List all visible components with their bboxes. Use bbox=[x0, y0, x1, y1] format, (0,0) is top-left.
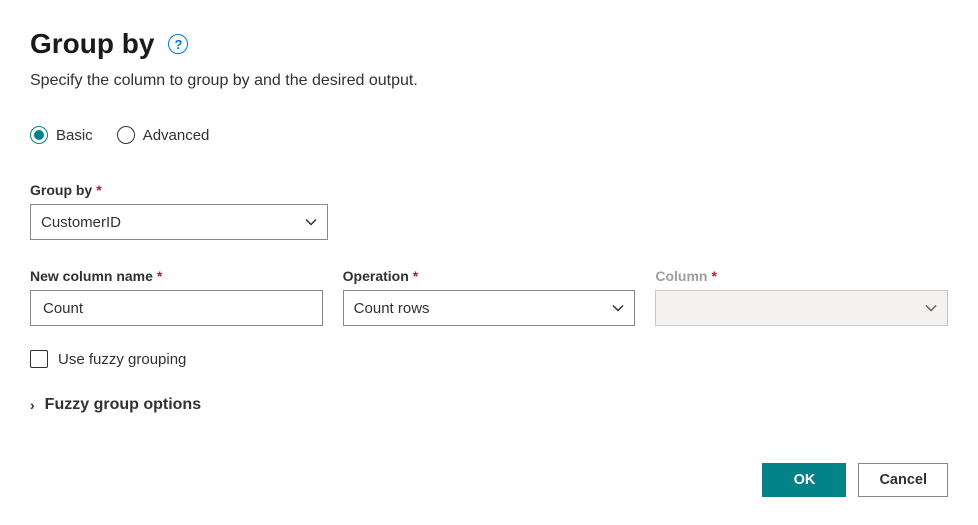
operation-label: Operation* bbox=[343, 268, 636, 284]
dialog-subtitle: Specify the column to group by and the d… bbox=[30, 72, 948, 90]
newcol-input[interactable] bbox=[41, 291, 312, 325]
required-marker: * bbox=[96, 182, 101, 198]
checkbox-icon bbox=[30, 350, 48, 368]
groupby-label: Group by* bbox=[30, 182, 948, 198]
radio-selected-icon bbox=[30, 126, 48, 144]
mode-advanced-label: Advanced bbox=[143, 127, 210, 144]
required-marker: * bbox=[413, 268, 418, 284]
fuzzy-checkbox-label: Use fuzzy grouping bbox=[58, 351, 186, 368]
newcol-input-wrap bbox=[30, 290, 323, 326]
required-marker: * bbox=[711, 268, 716, 284]
chevron-right-icon: › bbox=[30, 397, 35, 413]
ok-button[interactable]: OK bbox=[762, 463, 846, 497]
column-select bbox=[655, 290, 948, 326]
mode-basic-label: Basic bbox=[56, 127, 93, 144]
newcol-label: New column name* bbox=[30, 268, 323, 284]
fuzzy-options-label: Fuzzy group options bbox=[45, 396, 201, 414]
column-label: Column* bbox=[655, 268, 948, 284]
cancel-button[interactable]: Cancel bbox=[858, 463, 948, 497]
operation-value: Count rows bbox=[354, 300, 430, 317]
mode-radio-basic[interactable]: Basic bbox=[30, 126, 93, 144]
help-icon[interactable]: ? bbox=[168, 34, 188, 54]
chevron-down-icon bbox=[925, 302, 937, 314]
radio-unselected-icon bbox=[117, 126, 135, 144]
fuzzy-checkbox[interactable]: Use fuzzy grouping bbox=[30, 350, 948, 368]
dialog-title: Group by bbox=[30, 28, 154, 60]
groupby-select[interactable]: CustomerID bbox=[30, 204, 328, 240]
mode-radio-advanced[interactable]: Advanced bbox=[117, 126, 210, 144]
dialog-footer: OK Cancel bbox=[762, 463, 948, 497]
chevron-down-icon bbox=[305, 216, 317, 228]
chevron-down-icon bbox=[612, 302, 624, 314]
groupby-value: CustomerID bbox=[41, 214, 121, 231]
fuzzy-options-expander[interactable]: › Fuzzy group options bbox=[30, 396, 948, 414]
mode-radio-group: Basic Advanced bbox=[30, 126, 948, 144]
required-marker: * bbox=[157, 268, 162, 284]
operation-select[interactable]: Count rows bbox=[343, 290, 636, 326]
